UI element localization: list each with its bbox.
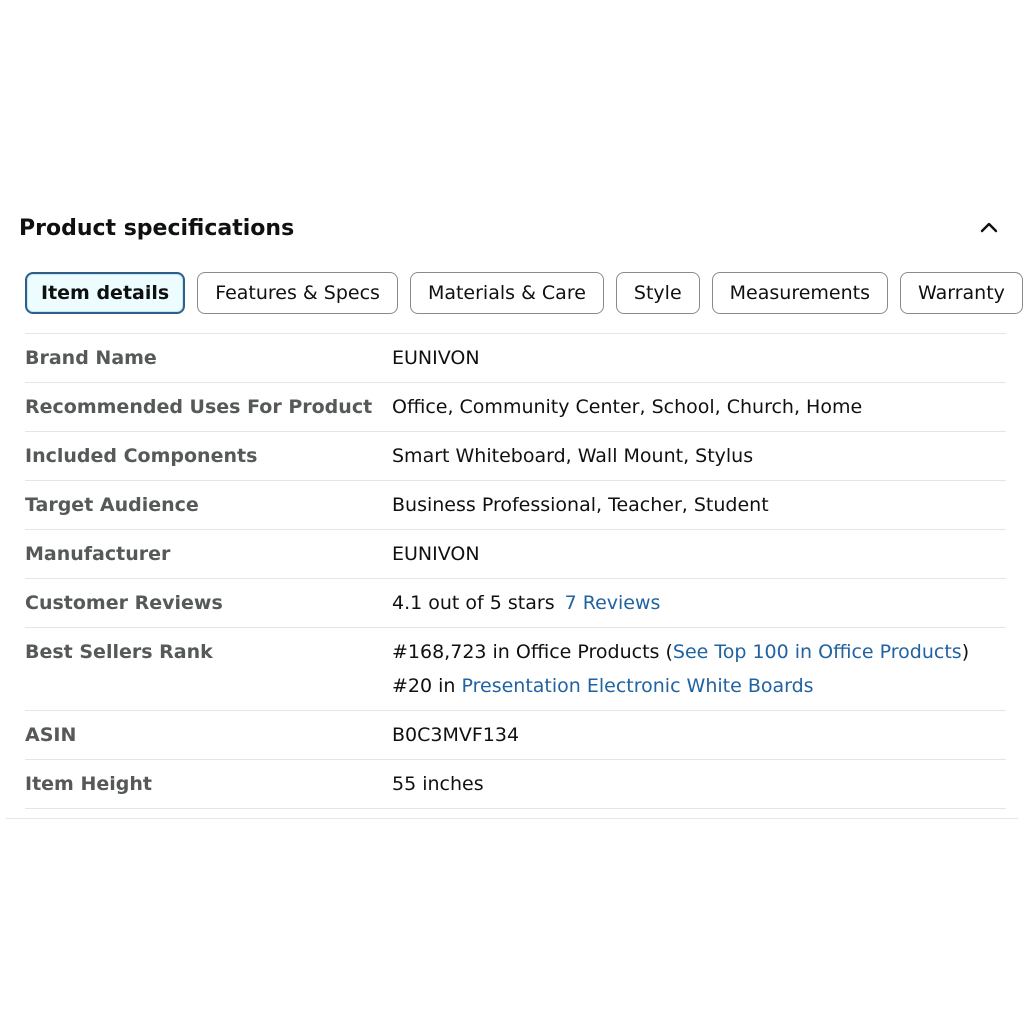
table-row: ASIN B0C3MVF134 — [25, 711, 1006, 760]
spec-tabs: Item details Features & Specs Materials … — [25, 272, 1023, 314]
table-row: Brand Name EUNIVON — [25, 334, 1006, 383]
row-value: Office, Community Center, School, Church… — [392, 396, 863, 418]
row-value: EUNIVON — [392, 543, 480, 565]
table-row: Customer Reviews 4.1 out of 5 stars 7 Rev… — [25, 579, 1006, 628]
row-value: 4.1 out of 5 stars 7 Reviews — [392, 579, 1006, 627]
chevron-up-icon[interactable] — [977, 216, 1001, 240]
section-title: Product specifications — [19, 216, 295, 241]
row-label: Target Audience — [25, 494, 199, 516]
row-label: Item Height — [25, 773, 152, 795]
rank-line-2: #20 in Presentation Electronic White Boa… — [392, 674, 1006, 698]
tab-style[interactable]: Style — [615, 272, 700, 314]
row-label: Customer Reviews — [25, 592, 223, 614]
row-label: Recommended Uses For Product — [25, 396, 373, 418]
tab-measurements[interactable]: Measurements — [711, 272, 888, 314]
row-value: Business Professional, Teacher, Student — [392, 494, 769, 516]
tab-item-details[interactable]: Item details — [25, 272, 186, 314]
rating-text: 4.1 out of 5 stars — [392, 592, 555, 614]
table-row: Item Height 55 inches — [25, 760, 1006, 809]
table-row: Included Components Smart Whiteboard, Wa… — [25, 432, 1006, 481]
tab-features-specs[interactable]: Features & Specs — [197, 272, 398, 314]
tab-materials-care[interactable]: Materials & Care — [409, 272, 604, 314]
top-100-office-products-link[interactable]: See Top 100 in Office Products — [673, 641, 962, 663]
row-value: #168,723 in Office Products (See Top 100… — [392, 628, 1006, 710]
row-label: Manufacturer — [25, 543, 171, 565]
row-value: 55 inches — [392, 773, 484, 795]
reviews-link[interactable]: 7 Reviews — [565, 592, 661, 614]
rank1-suffix: ) — [961, 641, 970, 663]
section-header: Product specifications — [19, 212, 1009, 246]
table-row: Recommended Uses For Product Office, Com… — [25, 383, 1006, 432]
rank2-prefix: #20 in — [392, 675, 462, 697]
row-label: Included Components — [25, 445, 258, 467]
table-row: Manufacturer EUNIVON — [25, 530, 1006, 579]
row-value: B0C3MVF134 — [392, 724, 520, 746]
row-label: Brand Name — [25, 347, 157, 369]
row-label: ASIN — [25, 724, 77, 746]
presentation-white-boards-link[interactable]: Presentation Electronic White Boards — [462, 675, 814, 697]
rank1-prefix: #168,723 in Office Products ( — [392, 641, 673, 663]
item-details-table: Brand Name EUNIVON Recommended Uses For … — [25, 333, 1006, 809]
row-value: EUNIVON — [392, 347, 480, 369]
row-label: Best Sellers Rank — [25, 641, 213, 663]
table-row: Best Sellers Rank #168,723 in Office Pro… — [25, 628, 1006, 711]
tab-warranty[interactable]: Warranty — [900, 272, 1023, 314]
rank-line-1: #168,723 in Office Products (See Top 100… — [392, 640, 1006, 664]
row-value: Smart Whiteboard, Wall Mount, Stylus — [392, 445, 754, 467]
section-divider — [6, 818, 1018, 819]
table-row: Target Audience Business Professional, T… — [25, 481, 1006, 530]
